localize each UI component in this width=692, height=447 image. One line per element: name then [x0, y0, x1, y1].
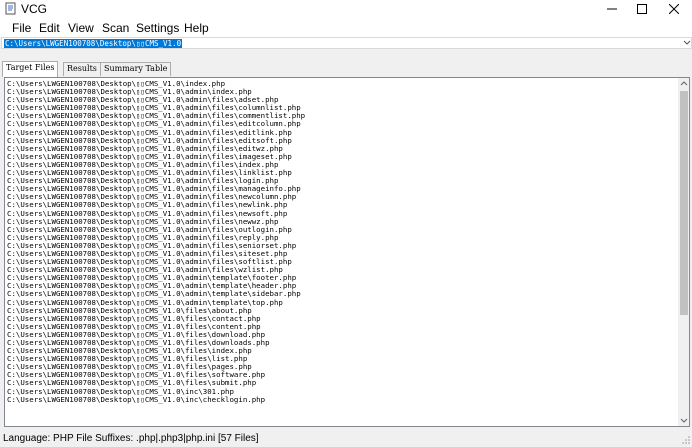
file-row[interactable]: C:\Users\LWGEN100708\Desktop\▯▯CMS_V1.0\… [7, 120, 675, 128]
file-row[interactable]: C:\Users\LWGEN100708\Desktop\▯▯CMS_V1.0\… [7, 234, 675, 242]
file-row[interactable]: C:\Users\LWGEN100708\Desktop\▯▯CMS_V1.0\… [7, 331, 675, 339]
file-row[interactable]: C:\Users\LWGEN100708\Desktop\▯▯CMS_V1.0\… [7, 88, 675, 96]
file-row[interactable]: C:\Users\LWGEN100708\Desktop\▯▯CMS_V1.0\… [7, 242, 675, 250]
chevron-up-icon [680, 81, 688, 86]
file-row[interactable]: C:\Users\LWGEN100708\Desktop\▯▯CMS_V1.0\… [7, 145, 675, 153]
maximize-icon [637, 4, 647, 14]
file-row[interactable]: C:\Users\LWGEN100708\Desktop\▯▯CMS_V1.0\… [7, 363, 675, 371]
file-row[interactable]: C:\Users\LWGEN100708\Desktop\▯▯CMS_V1.0\… [7, 80, 675, 88]
chevron-down-icon[interactable] [682, 38, 692, 48]
file-rows: C:\Users\LWGEN100708\Desktop\▯▯CMS_V1.0\… [7, 80, 675, 404]
menu-bar: File Edit View Scan Settings Help [0, 18, 692, 37]
tab-strip: Target Files Results Summary Table [0, 61, 692, 77]
file-row[interactable]: C:\Users\LWGEN100708\Desktop\▯▯CMS_V1.0\… [7, 96, 675, 104]
file-row[interactable]: C:\Users\LWGEN100708\Desktop\▯▯CMS_V1.0\… [7, 104, 675, 112]
file-row[interactable]: C:\Users\LWGEN100708\Desktop\▯▯CMS_V1.0\… [7, 161, 675, 169]
document-icon [5, 2, 16, 15]
file-row[interactable]: C:\Users\LWGEN100708\Desktop\▯▯CMS_V1.0\… [7, 218, 675, 226]
file-row[interactable]: C:\Users\LWGEN100708\Desktop\▯▯CMS_V1.0\… [7, 185, 675, 193]
file-row[interactable]: C:\Users\LWGEN100708\Desktop\▯▯CMS_V1.0\… [7, 193, 675, 201]
file-row[interactable]: C:\Users\LWGEN100708\Desktop\▯▯CMS_V1.0\… [7, 226, 675, 234]
file-row[interactable]: C:\Users\LWGEN100708\Desktop\▯▯CMS_V1.0\… [7, 323, 675, 331]
scroll-down-button[interactable] [678, 414, 689, 426]
file-row[interactable]: C:\Users\LWGEN100708\Desktop\▯▯CMS_V1.0\… [7, 201, 675, 209]
file-row[interactable]: C:\Users\LWGEN100708\Desktop\▯▯CMS_V1.0\… [7, 396, 675, 404]
file-row[interactable]: C:\Users\LWGEN100708\Desktop\▯▯CMS_V1.0\… [7, 274, 675, 282]
menu-file[interactable]: File [12, 21, 31, 35]
file-row[interactable]: C:\Users\LWGEN100708\Desktop\▯▯CMS_V1.0\… [7, 371, 675, 379]
file-row[interactable]: C:\Users\LWGEN100708\Desktop\▯▯CMS_V1.0\… [7, 210, 675, 218]
status-text: Language: PHP File Suffixes: .php|.php3|… [3, 433, 259, 444]
scroll-up-button[interactable] [678, 78, 689, 90]
chevron-down-icon [680, 418, 688, 423]
file-row[interactable]: C:\Users\LWGEN100708\Desktop\▯▯CMS_V1.0\… [7, 112, 675, 120]
target-path-combobox[interactable]: C:\Users\LWGEN100708\Desktop\▯▯CMS_V1.0 [1, 37, 692, 49]
file-row[interactable]: C:\Users\LWGEN100708\Desktop\▯▯CMS_V1.0\… [7, 153, 675, 161]
file-row[interactable]: C:\Users\LWGEN100708\Desktop\▯▯CMS_V1.0\… [7, 169, 675, 177]
file-row[interactable]: C:\Users\LWGEN100708\Desktop\▯▯CMS_V1.0\… [7, 339, 675, 347]
scroll-thumb[interactable] [680, 91, 688, 315]
tab-results[interactable]: Results [63, 62, 101, 76]
close-button[interactable] [656, 0, 692, 18]
tab-summary-table[interactable]: Summary Table [100, 62, 172, 76]
menu-view[interactable]: View [68, 21, 94, 35]
minimize-icon [607, 8, 617, 10]
target-files-list[interactable]: C:\Users\LWGEN100708\Desktop\▯▯CMS_V1.0\… [4, 77, 690, 427]
vertical-scrollbar[interactable] [678, 78, 689, 426]
target-path-input[interactable]: C:\Users\LWGEN100708\Desktop\▯▯CMS_V1.0 [4, 39, 183, 48]
file-row[interactable]: C:\Users\LWGEN100708\Desktop\▯▯CMS_V1.0\… [7, 129, 675, 137]
file-row[interactable]: C:\Users\LWGEN100708\Desktop\▯▯CMS_V1.0\… [7, 258, 675, 266]
resize-grip-icon[interactable] [681, 435, 691, 445]
title-bar: VCG [0, 0, 692, 18]
maximize-button[interactable] [624, 0, 660, 18]
file-row[interactable]: C:\Users\LWGEN100708\Desktop\▯▯CMS_V1.0\… [7, 299, 675, 307]
file-row[interactable]: C:\Users\LWGEN100708\Desktop\▯▯CMS_V1.0\… [7, 388, 675, 396]
file-row[interactable]: C:\Users\LWGEN100708\Desktop\▯▯CMS_V1.0\… [7, 290, 675, 298]
file-row[interactable]: C:\Users\LWGEN100708\Desktop\▯▯CMS_V1.0\… [7, 137, 675, 145]
menu-scan[interactable]: Scan [102, 21, 129, 35]
file-row[interactable]: C:\Users\LWGEN100708\Desktop\▯▯CMS_V1.0\… [7, 250, 675, 258]
file-row[interactable]: C:\Users\LWGEN100708\Desktop\▯▯CMS_V1.0\… [7, 315, 675, 323]
menu-edit[interactable]: Edit [39, 21, 60, 35]
close-icon [669, 4, 679, 14]
file-row[interactable]: C:\Users\LWGEN100708\Desktop\▯▯CMS_V1.0\… [7, 347, 675, 355]
file-row[interactable]: C:\Users\LWGEN100708\Desktop\▯▯CMS_V1.0\… [7, 266, 675, 274]
file-row[interactable]: C:\Users\LWGEN100708\Desktop\▯▯CMS_V1.0\… [7, 282, 675, 290]
menu-settings[interactable]: Settings [136, 21, 179, 35]
file-row[interactable]: C:\Users\LWGEN100708\Desktop\▯▯CMS_V1.0\… [7, 177, 675, 185]
file-row[interactable]: C:\Users\LWGEN100708\Desktop\▯▯CMS_V1.0\… [7, 355, 675, 363]
status-bar: Language: PHP File Suffixes: .php|.php3|… [0, 431, 692, 447]
window-title: VCG [21, 2, 48, 16]
file-row[interactable]: C:\Users\LWGEN100708\Desktop\▯▯CMS_V1.0\… [7, 379, 675, 387]
menu-help[interactable]: Help [184, 21, 209, 35]
tab-target-files[interactable]: Target Files [2, 61, 59, 77]
file-row[interactable]: C:\Users\LWGEN100708\Desktop\▯▯CMS_V1.0\… [7, 307, 675, 315]
